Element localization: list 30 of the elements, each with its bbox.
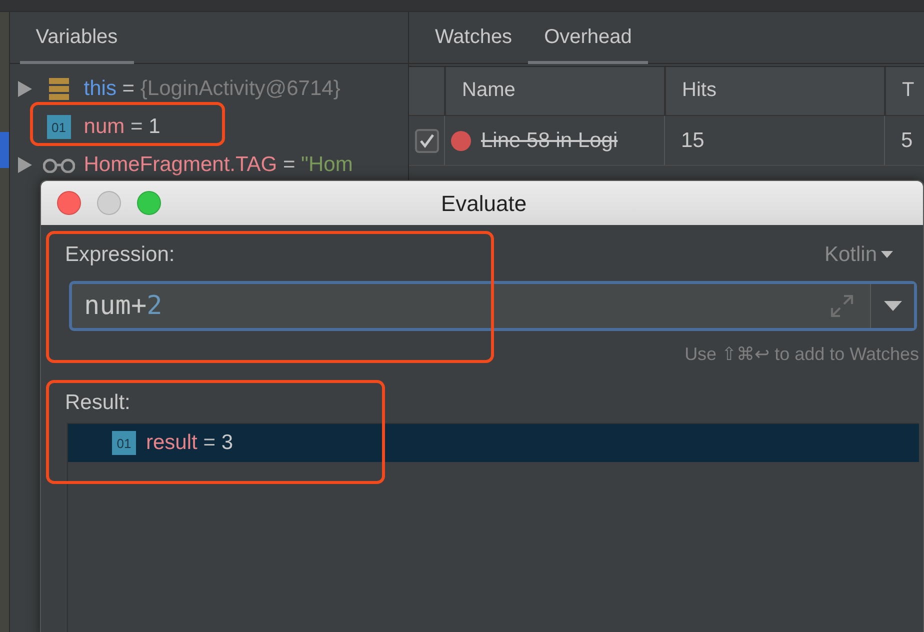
close-button[interactable] [57, 191, 81, 215]
expand-arrow-icon[interactable] [16, 156, 34, 174]
glasses-icon [42, 157, 75, 173]
table-cell: 15 [681, 128, 704, 152]
dialog-title: Evaluate [441, 191, 527, 217]
result-entry: result = 3 [146, 431, 233, 455]
checkmark-icon [418, 132, 434, 148]
checkbox[interactable] [414, 128, 438, 152]
caret-icon [884, 301, 902, 311]
variable-entry[interactable]: HomeFragment.TAG = "Hom [84, 153, 353, 177]
table-cell: Line 58 in Logi [481, 128, 618, 152]
table-cell: 5 [901, 128, 913, 152]
panel-tab[interactable]: Watches [419, 12, 528, 64]
variable-entry[interactable]: this = {LoginActivity@6714} [84, 77, 340, 101]
stack-icon [48, 77, 69, 101]
selection-marker [0, 132, 9, 168]
variable-entry[interactable]: num = 1 [84, 115, 160, 139]
number-icon: 01 [46, 115, 71, 139]
variables-tab[interactable]: Variables [20, 12, 134, 64]
shortcut-hint: Use ⇧⌘↩ to add to Watches [684, 343, 919, 365]
result-row[interactable]: 01 result = 3 [68, 424, 919, 462]
zoom-button[interactable] [137, 191, 161, 215]
history-dropdown-button[interactable] [870, 284, 914, 328]
expression-field[interactable]: num+2 [69, 281, 917, 331]
expand-arrow-icon[interactable] [16, 80, 34, 98]
result-label: Result: [65, 391, 130, 414]
caret-icon [881, 251, 893, 259]
expression-label: Expression: [65, 243, 175, 267]
language-dropdown[interactable]: Kotlin [824, 243, 893, 267]
number-icon: 01 [112, 431, 136, 455]
